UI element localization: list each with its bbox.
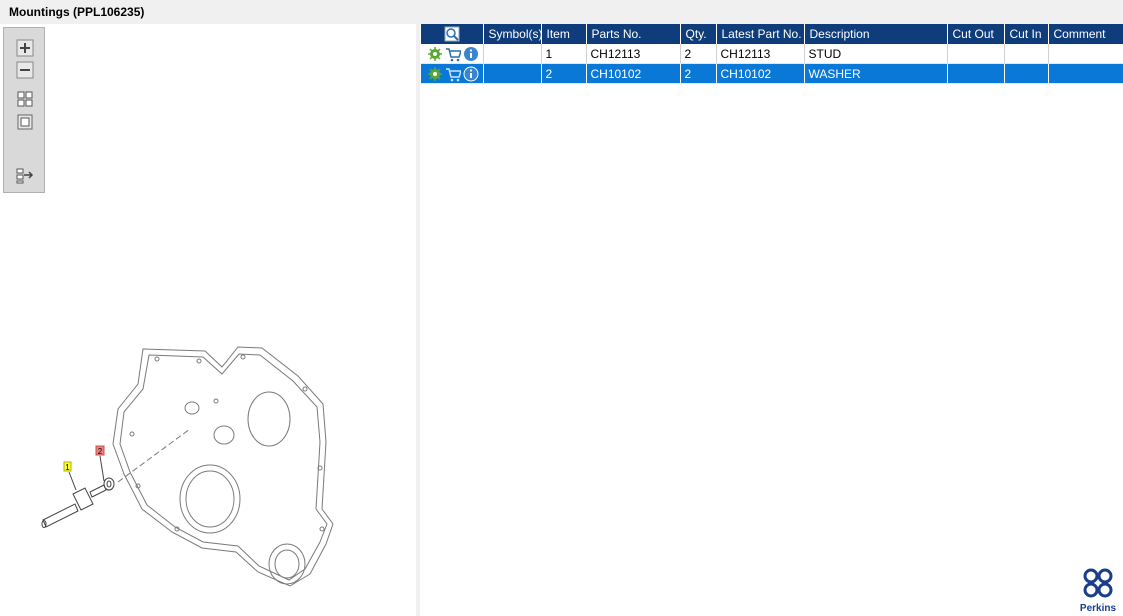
callout-2-label: 2 [98, 447, 103, 456]
gear-icon[interactable] [427, 66, 443, 82]
column-header-cut-in[interactable]: Cut In [1004, 24, 1049, 44]
cell-symbol [483, 63, 542, 84]
perkins-logo-text: Perkins [1079, 603, 1117, 614]
column-header-cut-out[interactable]: Cut Out [947, 24, 1005, 44]
cell-item: 1 [541, 44, 587, 64]
parts-list-pane: Symbol(s) Item Parts No. Qty. Latest Par… [420, 24, 1123, 616]
zoom-search-icon[interactable] [444, 26, 460, 42]
cell-qty: 2 [680, 63, 717, 84]
row-actions-cell [421, 63, 484, 84]
cell-part-no: CH12113 [586, 44, 681, 64]
cell-qty: 2 [680, 44, 717, 64]
cell-comment [1048, 63, 1123, 84]
column-header-actions[interactable] [421, 24, 484, 44]
column-header-qty[interactable]: Qty. [680, 24, 717, 44]
exploded-parts-drawing: 1 2 [41, 346, 334, 587]
cell-cut-out [947, 63, 1005, 84]
perkins-logo: Perkins [1078, 566, 1118, 614]
cell-comment [1048, 44, 1123, 64]
cell-cut-in [1004, 44, 1049, 64]
cell-latest-part-no: CH12113 [716, 44, 805, 64]
perkins-logo-icon [1083, 568, 1113, 598]
cell-latest-part-no: CH10102 [716, 63, 805, 84]
window-title-bar: Mountings (PPL106235) [0, 0, 1123, 24]
info-icon[interactable] [463, 46, 479, 62]
column-header-latest-part-no[interactable]: Latest Part No. [716, 24, 805, 44]
cell-description: STUD [804, 44, 948, 64]
cell-item: 2 [541, 63, 587, 84]
column-header-item[interactable]: Item [541, 24, 587, 44]
cell-part-no: CH10102 [586, 63, 681, 84]
row-actions-cell [421, 44, 484, 64]
cell-description: WASHER [804, 63, 948, 84]
cell-cut-in [1004, 63, 1049, 84]
parts-table: Symbol(s) Item Parts No. Qty. Latest Par… [421, 24, 1123, 84]
cell-cut-out [947, 44, 1005, 64]
column-header-symbols[interactable]: Symbol(s) [483, 24, 542, 44]
table-row[interactable]: 1 CH12113 2 CH12113 STUD [421, 44, 1123, 64]
info-icon[interactable] [463, 66, 479, 82]
table-row-selected[interactable]: 2 CH10102 2 CH10102 WASHER [421, 63, 1123, 84]
column-header-comment[interactable]: Comment [1048, 24, 1123, 44]
callout-1-label: 1 [65, 463, 70, 472]
column-header-parts-no[interactable]: Parts No. [586, 24, 681, 44]
gear-icon[interactable] [427, 46, 443, 62]
table-header-row: Symbol(s) Item Parts No. Qty. Latest Par… [421, 24, 1123, 44]
cell-symbol [483, 44, 542, 64]
shopping-cart-icon[interactable] [445, 66, 461, 82]
shopping-cart-icon[interactable] [445, 46, 461, 62]
drawing-pane[interactable]: 1 2 [0, 24, 416, 616]
window-title: Mountings (PPL106235) [9, 5, 145, 19]
column-header-description[interactable]: Description [804, 24, 948, 44]
